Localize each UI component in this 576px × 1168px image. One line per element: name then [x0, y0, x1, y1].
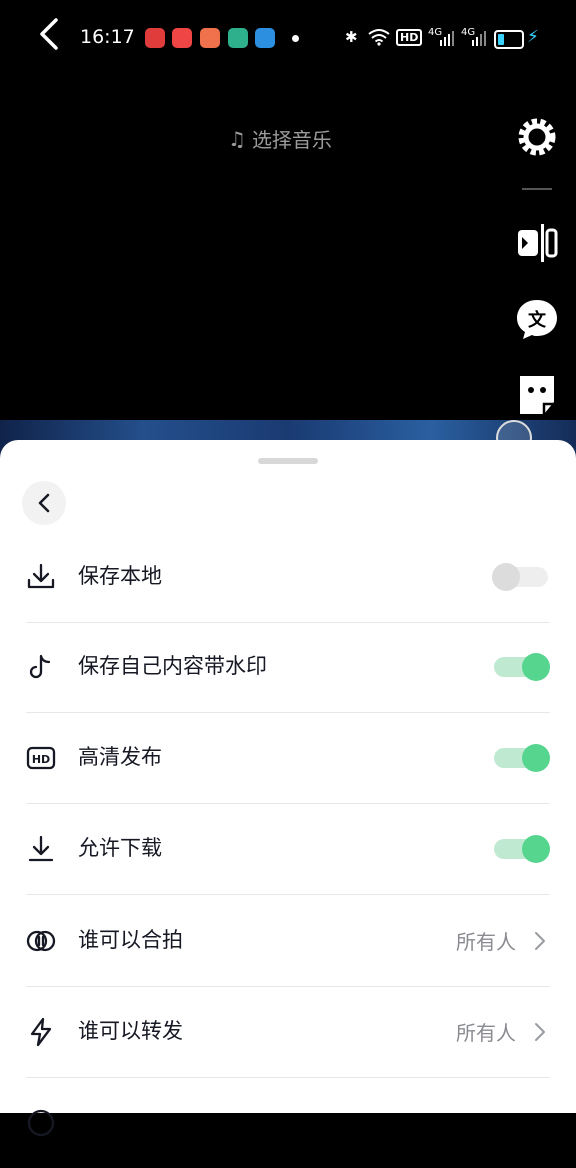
gear-icon[interactable]: [514, 114, 560, 160]
allow-download-toggle[interactable]: [492, 835, 550, 863]
status-bar: 16:17 ✱ HD 4G 4G ⚡: [0, 0, 576, 76]
setting-label: 谁可以合拍: [78, 928, 183, 952]
tiktok-icon: [29, 654, 51, 679]
sticker-icon[interactable]: [514, 372, 560, 418]
signal-icon: [472, 31, 486, 46]
more-dot-icon: [292, 35, 299, 42]
signal-icon: [440, 31, 454, 46]
setting-row-duet[interactable]: 谁可以合拍 所有人: [26, 896, 550, 987]
app-notification-icon: [228, 28, 248, 48]
watermark-toggle[interactable]: [492, 653, 550, 681]
app-notification-icon: [145, 28, 165, 48]
setting-label: 高清发布: [78, 745, 162, 769]
setting-value: 所有人: [456, 1021, 516, 1045]
battery-icon: [494, 30, 524, 49]
back-icon[interactable]: [34, 14, 64, 54]
setting-row-allow-download[interactable]: 允许下载: [26, 804, 550, 895]
wifi-icon: [368, 29, 390, 46]
settings-sheet: 保存本地 保存自己内容带水印 HD 高清发布 允许下载 谁可以合拍 所有人 谁可…: [0, 440, 576, 1137]
select-music-button[interactable]: ♫ 选择音乐: [228, 124, 332, 153]
hd-icon: HD: [26, 746, 56, 770]
setting-row-watermark[interactable]: 保存自己内容带水印: [26, 622, 550, 713]
hd-network-label: HD: [396, 29, 423, 46]
app-notification-icon: [255, 28, 275, 48]
flip-icon[interactable]: [514, 220, 560, 266]
setting-row-save-local[interactable]: 保存本地: [26, 532, 550, 623]
setting-row-repost[interactable]: 谁可以转发 所有人: [26, 987, 550, 1078]
setting-label: 允许下载: [78, 836, 162, 860]
setting-label: 谁可以转发: [78, 1019, 183, 1043]
download-arrow-icon: [28, 835, 54, 862]
save-local-toggle[interactable]: [492, 563, 550, 591]
setting-row-partial[interactable]: [26, 1078, 550, 1168]
music-label: 选择音乐: [251, 128, 332, 152]
sheet-handle[interactable]: [258, 458, 318, 464]
toolbar-divider: [522, 188, 552, 190]
chevron-left-icon: [38, 493, 50, 513]
app-notification-icon: [200, 28, 220, 48]
text-icon[interactable]: 文: [514, 296, 560, 342]
app-notification-icon: [172, 28, 192, 48]
setting-label: 保存自己内容带水印: [78, 654, 267, 678]
setting-value: 所有人: [456, 930, 516, 954]
hd-publish-toggle[interactable]: [492, 744, 550, 772]
charging-icon: ⚡: [527, 27, 539, 47]
bluetooth-icon: ✱: [345, 28, 358, 46]
chevron-right-icon: [535, 1023, 545, 1041]
setting-row-hd-publish[interactable]: HD 高清发布: [26, 713, 550, 804]
download-icon: [27, 563, 55, 589]
sheet-back-button[interactable]: [22, 481, 66, 525]
chevron-right-icon: [535, 932, 545, 950]
duet-icon: [26, 930, 56, 952]
svg-text:HD: HD: [32, 753, 50, 766]
status-time: 16:17: [80, 26, 135, 48]
music-note-icon: ♫: [228, 126, 246, 151]
lightning-icon: [30, 1017, 52, 1047]
setting-label: 保存本地: [78, 564, 162, 588]
svg-text:文: 文: [528, 309, 547, 331]
